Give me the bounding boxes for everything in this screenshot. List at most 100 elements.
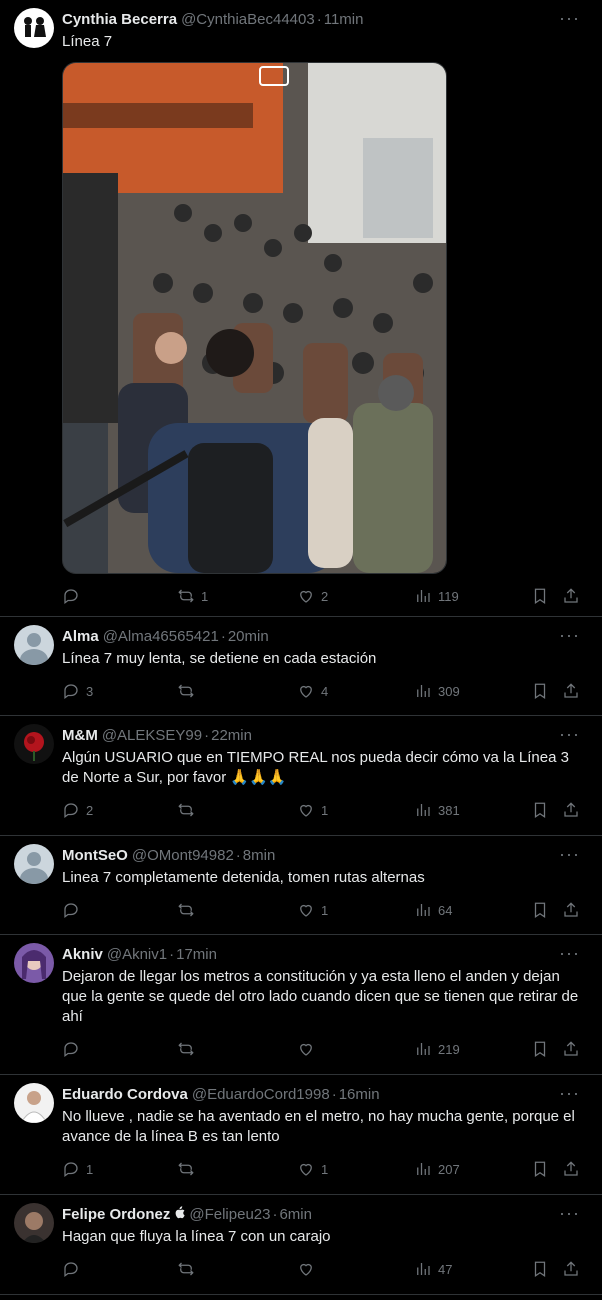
user-handle[interactable]: @CynthiaBec44403 <box>181 11 315 28</box>
tweet[interactable]: M&M @ALEKSEY99 · 22min ··· Algún USUARIO… <box>0 716 602 836</box>
heart-icon <box>300 1163 312 1176</box>
reply-button[interactable]: 1 <box>62 1160 93 1178</box>
reply-button[interactable] <box>62 1040 86 1058</box>
tweet-actions: 219 <box>62 1031 586 1069</box>
bookmark-button[interactable] <box>531 1260 549 1278</box>
tweet-header: Felipe Ordonez @Felipeu23 · 6min <box>62 1205 586 1223</box>
anime-avatar-icon <box>22 950 46 979</box>
bookmark-button[interactable] <box>531 1040 549 1058</box>
views-button[interactable]: 309 <box>414 682 460 700</box>
reply-button[interactable] <box>62 901 86 919</box>
timestamp[interactable]: 20min <box>228 628 269 645</box>
tweet[interactable]: Cynthia Becerra @CynthiaBec44403 · 11min… <box>0 0 602 617</box>
retweet-icon <box>178 684 194 698</box>
like-button[interactable]: 1 <box>297 901 328 919</box>
tweet-text: Algún USUARIO que en TIEMPO REAL nos pue… <box>62 749 569 786</box>
timestamp[interactable]: 8min <box>243 847 276 864</box>
retweet-button[interactable] <box>177 801 201 819</box>
timestamp[interactable]: 22min <box>211 727 252 744</box>
heart-icon <box>300 1263 312 1276</box>
avatar[interactable] <box>14 724 54 764</box>
reply-button[interactable]: 2 <box>62 801 93 819</box>
like-button[interactable]: 4 <box>297 682 328 700</box>
timestamp[interactable]: 16min <box>339 1086 380 1103</box>
tweet[interactable]: Eduardo Cordova @EduardoCord1998 · 16min… <box>0 1075 602 1195</box>
more-options-icon[interactable]: ··· <box>559 943 580 964</box>
user-name[interactable]: Felipe Ordonez <box>62 1206 170 1223</box>
timestamp[interactable]: 11min <box>324 11 364 28</box>
more-options-icon[interactable]: ··· <box>559 1083 580 1104</box>
retweet-button[interactable] <box>177 901 201 919</box>
more-options-icon[interactable]: ··· <box>559 1203 580 1224</box>
user-handle[interactable]: @Akniv1 <box>107 946 167 963</box>
user-name[interactable]: M&M <box>62 727 98 744</box>
user-name[interactable]: Alma <box>62 628 99 645</box>
user-name[interactable]: Eduardo Cordova <box>62 1086 188 1103</box>
share-button[interactable] <box>562 1260 580 1278</box>
retweet-button[interactable] <box>177 1040 201 1058</box>
timestamp[interactable]: 17min <box>176 946 217 963</box>
bookmark-button[interactable] <box>531 801 549 819</box>
share-button[interactable] <box>562 587 580 605</box>
reply-button[interactable] <box>62 1260 86 1278</box>
more-options-icon[interactable]: ··· <box>559 844 580 865</box>
user-handle[interactable]: @EduardoCord1998 <box>192 1086 330 1103</box>
tweet[interactable]: Akniv @Akniv1 · 17min ··· Dejaron de lle… <box>0 935 602 1075</box>
reply-button[interactable] <box>62 587 86 605</box>
user-handle[interactable]: @ALEKSEY99 <box>102 727 202 744</box>
user-handle[interactable]: @OMont94982 <box>132 847 234 864</box>
more-options-icon[interactable]: ··· <box>559 625 580 646</box>
like-button[interactable] <box>297 1260 321 1278</box>
separator: · <box>169 945 175 963</box>
avatar[interactable] <box>14 1083 54 1123</box>
tweet[interactable]: Alma @Alma46565421 · 20min ··· Línea 7 m… <box>0 617 602 716</box>
user-handle[interactable]: @Alma46565421 <box>103 628 219 645</box>
reply-icon <box>64 589 78 605</box>
like-button[interactable]: 1 <box>297 801 328 819</box>
avatar[interactable] <box>14 844 54 884</box>
views-button[interactable]: 119 <box>414 587 459 605</box>
bookmark-button[interactable] <box>531 587 549 605</box>
views-button[interactable]: 64 <box>414 901 452 919</box>
bookmark-button[interactable] <box>531 901 549 919</box>
retweet-button[interactable] <box>177 1160 201 1178</box>
share-button[interactable] <box>562 801 580 819</box>
avatar[interactable] <box>14 943 54 983</box>
avatar[interactable] <box>14 625 54 665</box>
share-button[interactable] <box>562 1040 580 1058</box>
share-button[interactable] <box>562 1160 580 1178</box>
reply-icon <box>64 684 78 700</box>
share-button[interactable] <box>562 901 580 919</box>
tweet-actions: 3 4 309 <box>62 673 586 711</box>
reply-button[interactable]: 3 <box>62 682 93 700</box>
person-photo-icon <box>20 1091 48 1123</box>
timestamp[interactable]: 6min <box>279 1206 312 1223</box>
views-button[interactable]: 381 <box>414 801 460 819</box>
user-name[interactable]: Cynthia Becerra <box>62 11 177 28</box>
avatar[interactable] <box>14 8 54 48</box>
bookmark-button[interactable] <box>531 682 549 700</box>
like-button[interactable]: 2 <box>297 587 328 605</box>
views-button[interactable]: 47 <box>414 1260 452 1278</box>
user-handle[interactable]: @Felipeu23 <box>189 1206 270 1223</box>
more-options-icon[interactable]: ··· <box>559 724 580 745</box>
share-button[interactable] <box>562 682 580 700</box>
reply-count: 1 <box>86 1161 94 1177</box>
bookmark-button[interactable] <box>531 1160 549 1178</box>
tweet[interactable]: Felipe Ordonez @Felipeu23 · 6min ··· Hag… <box>0 1195 602 1295</box>
bookmark-icon <box>534 802 546 818</box>
like-button[interactable] <box>297 1040 321 1058</box>
retweet-button[interactable]: 1 <box>177 587 208 605</box>
like-button[interactable]: 1 <box>297 1160 328 1178</box>
user-name[interactable]: MontSeO <box>62 847 128 864</box>
tweet[interactable]: MontSeO @OMont94982 · 8min ··· Linea 7 c… <box>0 836 602 935</box>
retweet-button[interactable] <box>177 682 201 700</box>
views-button[interactable]: 207 <box>414 1160 460 1178</box>
user-name[interactable]: Akniv <box>62 946 103 963</box>
heart-icon <box>300 1043 312 1056</box>
tweet-photo[interactable] <box>62 62 447 574</box>
avatar[interactable] <box>14 1203 54 1243</box>
views-button[interactable]: 219 <box>414 1040 460 1058</box>
more-options-icon[interactable]: ··· <box>559 8 580 29</box>
retweet-button[interactable] <box>177 1260 201 1278</box>
